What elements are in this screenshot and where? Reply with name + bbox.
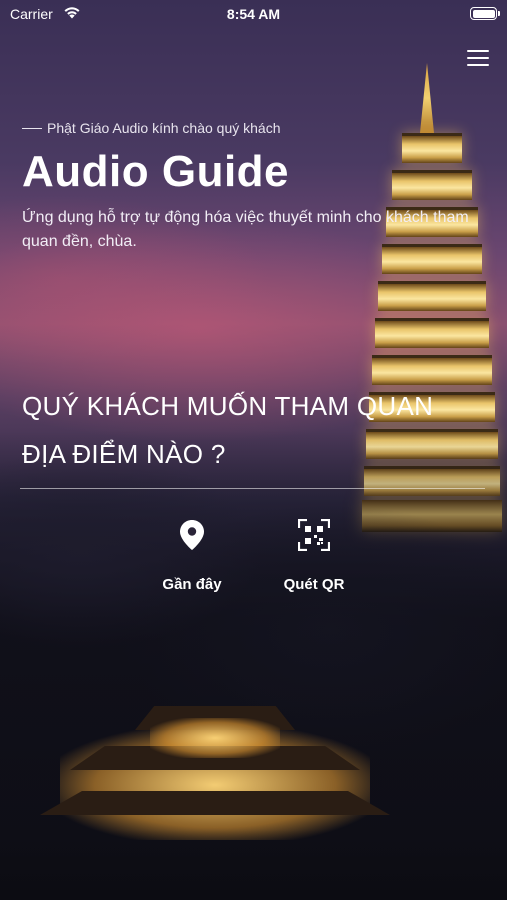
app-subtitle: Ứng dụng hỗ trợ tự động hóa việc thuyết … <box>22 209 469 251</box>
greeting-text: Phật Giáo Audio kính chào quý khách <box>47 120 281 136</box>
status-time: 8:54 AM <box>226 6 281 22</box>
battery-icon <box>470 7 500 20</box>
qr-scan-icon <box>298 519 330 551</box>
header-section: Phật Giáo Audio kính chào quý khách Audi… <box>22 120 492 254</box>
app-title: Audio Guide <box>22 147 290 196</box>
greeting-dash <box>22 127 42 129</box>
location-pin-icon <box>180 520 204 550</box>
nearby-button[interactable]: Gần đây <box>142 518 242 593</box>
question-line-2: ĐỊA ĐIỂM NÀO ? <box>22 439 226 469</box>
nearby-label: Gần đây <box>162 576 222 593</box>
question-line-1: QUÝ KHÁCH MUỐN THAM QUAN <box>22 391 434 421</box>
hamburger-menu-icon[interactable] <box>467 50 489 68</box>
greeting-line: Phật Giáo Audio kính chào quý khách <box>22 120 492 136</box>
bottom-fade <box>0 830 507 900</box>
temple-illustration <box>40 700 390 850</box>
visit-question: QUÝ KHÁCH MUỐN THAM QUAN ĐỊA ĐIỂM NÀO ? <box>22 382 492 478</box>
scan-qr-button[interactable]: Quét QR <box>264 518 364 593</box>
scan-qr-label: Quét QR <box>283 576 345 593</box>
divider <box>20 488 485 489</box>
status-bar: Carrier 8:54 AM <box>0 0 507 28</box>
